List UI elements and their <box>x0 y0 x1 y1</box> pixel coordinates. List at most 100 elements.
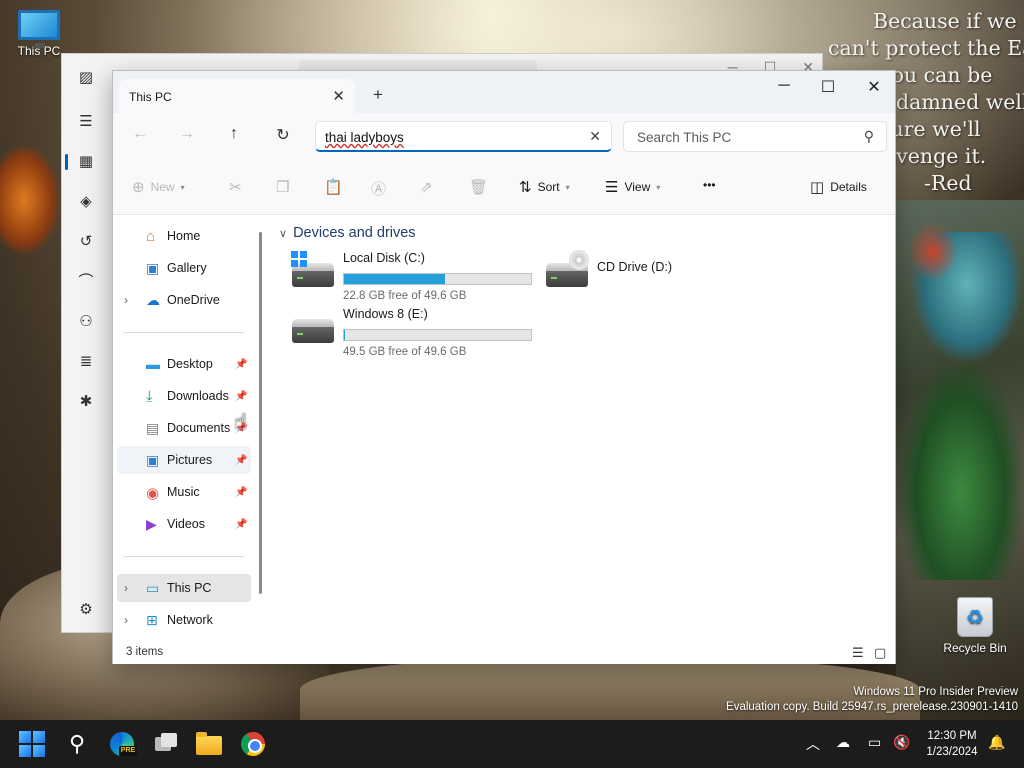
rail-selection-indicator <box>65 154 68 170</box>
group-header[interactable]: ∨ Devices and drives <box>279 225 416 241</box>
watermark-line: Windows 11 Pro Insider Preview <box>853 686 1018 698</box>
menu-icon[interactable]: ☰ <box>76 112 96 132</box>
network-status-icon[interactable]: ▭ <box>868 734 881 751</box>
nav-label: This PC <box>167 581 212 595</box>
status-bar: 3 items ☰ ▢ <box>113 642 895 664</box>
view-list-icon: ☰ <box>605 179 619 196</box>
chevron-down-icon: ∨ <box>279 227 288 240</box>
address-bar[interactable]: thai ladyboys ✕ <box>315 121 612 152</box>
nav-divider <box>123 556 244 557</box>
drive-name: Windows 8 (E:) <box>343 307 428 321</box>
taskbar-chrome[interactable] <box>237 728 269 760</box>
search-button[interactable]: ⚲ <box>61 728 93 760</box>
chevron-right-icon[interactable]: › <box>124 293 128 307</box>
see-more-button[interactable]: ••• <box>703 178 716 192</box>
details-pane-button[interactable]: ◫ Details <box>810 178 867 196</box>
gallery-icon: ▣ <box>146 260 160 276</box>
nav-divider <box>123 332 244 333</box>
users-icon[interactable]: ⚇ <box>76 312 96 332</box>
startup-icon[interactable]: ⌒ <box>76 272 96 292</box>
nav-item-documents[interactable]: ▤ Documents 📌 <box>117 414 251 442</box>
music-icon: ◉ <box>146 485 160 502</box>
file-explorer-window[interactable]: This PC ✕ + ─ ☐ ✕ ← → ↑ ↻ thai ladyboys … <box>112 70 896 664</box>
cut-button[interactable]: ✂ <box>229 178 242 196</box>
delete-button[interactable]: 🗑 <box>469 178 488 196</box>
copy-button[interactable]: ❐ <box>276 178 289 196</box>
task-view-button[interactable] <box>151 728 183 760</box>
clear-address-icon[interactable]: ✕ <box>589 128 601 145</box>
cut-icon: ✂ <box>229 179 242 196</box>
nav-item-onedrive[interactable]: › ☁ OneDrive <box>117 286 251 314</box>
chevron-down-icon: ▾ <box>656 182 661 192</box>
drive-name: Local Disk (C:) <box>343 251 425 265</box>
notification-bell-icon[interactable]: 🔔 <box>988 734 1005 751</box>
navigation-scrollbar[interactable] <box>259 232 262 594</box>
nav-item-desktop[interactable]: ▬ Desktop 📌 <box>117 350 251 378</box>
quote-line: can't protect the Earth, <box>828 36 1024 60</box>
cloud-offline-icon[interactable]: ☁ <box>836 734 850 751</box>
nav-label: Gallery <box>167 261 207 275</box>
drive-item-c[interactable]: Local Disk (C:) 22.8 GB free of 49.6 GB <box>291 251 541 303</box>
nav-label: Videos <box>167 517 205 531</box>
services-icon[interactable]: ✱ <box>76 392 96 412</box>
nav-item-videos[interactable]: ▶ Videos 📌 <box>117 510 251 538</box>
clock[interactable]: 12:30 PM 1/23/2024 <box>916 728 988 760</box>
nav-item-this-pc[interactable]: › ▭ This PC <box>117 574 251 602</box>
paste-button[interactable]: 📋 <box>324 178 343 196</box>
taskbar-edge[interactable]: PRE <box>106 728 138 760</box>
details-list-icon[interactable]: ≣ <box>76 352 96 372</box>
desktop-icon-this-pc[interactable]: This PC <box>2 10 76 58</box>
drive-item-e[interactable]: Windows 8 (E:) 49.5 GB free of 49.6 GB <box>291 307 541 359</box>
close-window-button[interactable]: ✕ <box>859 77 889 97</box>
address-input[interactable]: thai ladyboys <box>325 130 404 145</box>
new-button[interactable]: ⊕ New ▾ <box>132 178 185 196</box>
performance-icon[interactable]: ◈ <box>76 192 96 212</box>
back-arrow-icon[interactable]: ← <box>127 125 153 143</box>
sort-icon: ⇅ <box>519 179 532 196</box>
up-arrow-icon[interactable]: ↑ <box>221 125 247 143</box>
pin-icon: 📌 <box>235 454 248 466</box>
settings-icon[interactable]: ⚙ <box>76 600 96 620</box>
share-icon: ⇗ <box>420 179 433 196</box>
volume-muted-icon[interactable]: 🔇 <box>893 734 910 751</box>
nav-item-gallery[interactable]: ▣ Gallery <box>117 254 251 282</box>
nav-label: Pictures <box>167 453 213 467</box>
item-count: 3 items <box>126 646 164 658</box>
drive-item-d[interactable]: CD Drive (D:) <box>545 250 745 303</box>
new-tab-button[interactable]: + <box>373 85 383 105</box>
refresh-icon[interactable]: ↻ <box>270 125 296 145</box>
forward-arrow-icon[interactable]: → <box>174 125 200 143</box>
chevron-up-icon[interactable]: ︿ <box>806 734 820 754</box>
videos-icon: ▶ <box>146 516 157 532</box>
rename-icon: Ⓐ <box>371 181 387 198</box>
details-view-icon[interactable]: ☰ <box>852 645 864 661</box>
chevron-right-icon[interactable]: › <box>124 613 128 627</box>
nav-item-home[interactable]: ⌂ Home <box>117 222 251 250</box>
minimize-button[interactable]: ─ <box>769 77 799 95</box>
maximize-button[interactable]: ☐ <box>813 77 843 97</box>
sort-button[interactable]: ⇅ Sort ▾ <box>519 178 570 196</box>
tiles-view-icon[interactable]: ▢ <box>874 645 886 661</box>
start-button[interactable] <box>16 728 48 760</box>
dashboard-icon[interactable]: ▦ <box>76 152 96 172</box>
more-icon: ••• <box>703 178 716 192</box>
history-icon[interactable]: ↺ <box>76 232 96 252</box>
group-title: Devices and drives <box>293 225 416 241</box>
this-pc-icon: ▭ <box>146 580 160 596</box>
chevron-right-icon[interactable]: › <box>124 581 128 595</box>
share-button[interactable]: ⇗ <box>420 178 433 196</box>
nav-item-network[interactable]: › ⊞ Network <box>117 606 251 634</box>
nav-item-pictures[interactable]: ▣ Pictures 📌 <box>117 446 251 474</box>
windows-logo-icon <box>291 251 307 267</box>
close-tab-icon[interactable]: ✕ <box>332 87 345 105</box>
desktop-icon-recycle-bin[interactable]: ♻ Recycle Bin <box>938 597 1012 655</box>
nav-item-music[interactable]: ◉ Music 📌 <box>117 478 251 506</box>
view-button[interactable]: ☰ View ▾ <box>605 178 660 196</box>
nav-item-downloads[interactable]: ⤓ Downloads 📌 <box>117 382 251 410</box>
rename-button[interactable]: Ⓐ <box>371 178 386 199</box>
taskbar-file-explorer[interactable] <box>193 728 225 760</box>
search-box[interactable]: Search This PC ⚲ <box>623 121 887 152</box>
tab-this-pc[interactable]: This PC ✕ <box>119 79 355 113</box>
desktop-icon-label: Recycle Bin <box>943 641 1007 655</box>
drive-free-space: 49.5 GB free of 49.6 GB <box>343 346 467 358</box>
